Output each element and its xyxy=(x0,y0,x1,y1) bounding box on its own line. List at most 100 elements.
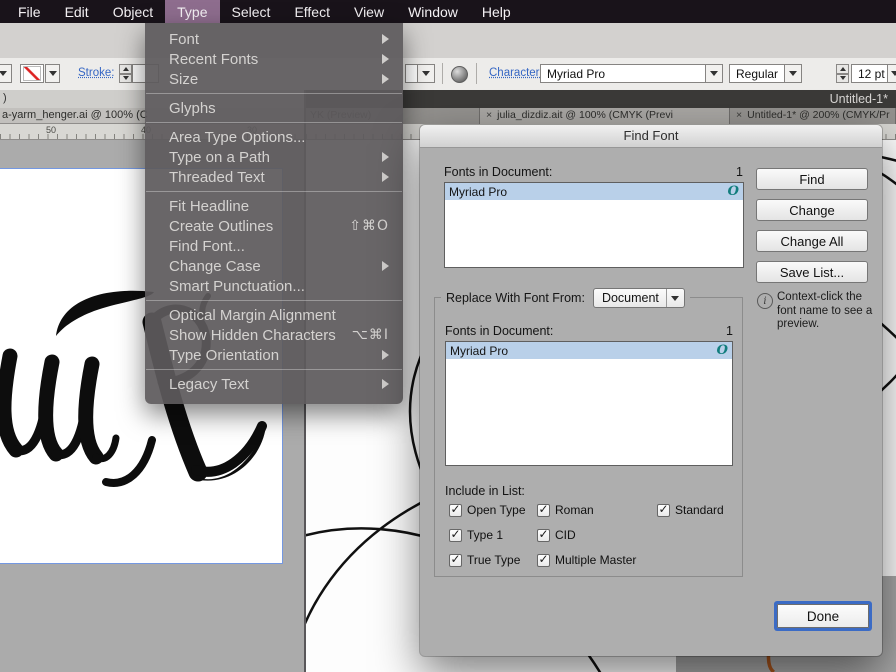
check-icon: ✓ xyxy=(450,526,461,541)
document-tab[interactable]: × julia_dizdiz.ait @ 100% (CMYK (Previ xyxy=(480,108,730,124)
menu-help[interactable]: Help xyxy=(470,0,523,23)
menu-item-font[interactable]: Font xyxy=(145,29,403,49)
replace-source-select[interactable]: Document xyxy=(592,288,685,308)
done-button[interactable]: Done xyxy=(777,604,869,628)
opentype-icon: O xyxy=(727,184,739,199)
menu-effect[interactable]: Effect xyxy=(282,0,342,23)
menu-separator xyxy=(146,93,402,94)
submenu-arrow-icon xyxy=(382,350,389,360)
replace-fonts-count: 1 xyxy=(726,324,733,338)
submenu-arrow-icon xyxy=(382,54,389,64)
font-size-stepper[interactable] xyxy=(836,64,849,83)
globe-icon[interactable] xyxy=(451,66,468,83)
upper-panel xyxy=(0,23,896,59)
menu-item-type-orientation[interactable]: Type Orientation xyxy=(145,345,403,365)
menu-type[interactable]: Type xyxy=(165,0,220,23)
check-icon: ✓ xyxy=(450,501,461,516)
replace-fonts-label: Fonts in Document: xyxy=(445,324,554,338)
menu-separator xyxy=(146,369,402,370)
check-icon: ✓ xyxy=(538,551,549,566)
checkbox-box: ✓ xyxy=(537,551,550,567)
menu-separator xyxy=(146,122,402,123)
dialog-titlebar[interactable]: Find Font xyxy=(420,125,882,148)
menu-select[interactable]: Select xyxy=(220,0,283,23)
character-link[interactable]: Character: xyxy=(489,67,543,79)
stroke-weight-stepper[interactable] xyxy=(119,64,132,83)
menu-item-create-outlines[interactable]: Create Outlines ⇧⌘O xyxy=(145,216,403,236)
font-size-select[interactable]: 12 pt xyxy=(851,64,896,83)
font-style-select[interactable]: Regular xyxy=(729,64,802,83)
menu-view[interactable]: View xyxy=(342,0,396,23)
menu-item-size[interactable]: Size xyxy=(145,69,403,89)
replace-with-label: Replace With Font From: xyxy=(446,291,585,305)
menu-item-show-hidden-characters[interactable]: Show Hidden Characters ⌥⌘I xyxy=(145,325,403,345)
checkbox-standard[interactable]: ✓ Standard xyxy=(657,503,724,517)
replace-group: Replace With Font From: Document Fonts i… xyxy=(434,287,743,577)
checkbox-type-1[interactable]: ✓ Type 1 xyxy=(449,528,503,542)
illustrator-app: Stroke: Character: Myriad Pro Regular 12… xyxy=(0,0,896,672)
panel-dropdown-stub[interactable] xyxy=(405,64,435,83)
submenu-arrow-icon xyxy=(382,379,389,389)
document-tab[interactable]: × Untitled-1* @ 200% (CMYK/Pr xyxy=(730,108,896,124)
menu-item-threaded-text[interactable]: Threaded Text xyxy=(145,167,403,187)
none-color-swatch[interactable] xyxy=(20,64,44,83)
menu-bar: File Edit Object Type Select Effect View… xyxy=(0,0,896,23)
menu-item-legacy-text[interactable]: Legacy Text xyxy=(145,374,403,394)
submenu-arrow-icon xyxy=(382,34,389,44)
checkbox-box: ✓ xyxy=(449,501,462,517)
close-icon[interactable]: × xyxy=(486,109,492,121)
divider xyxy=(476,63,477,84)
replace-fonts-list[interactable]: Myriad Pro O xyxy=(445,341,733,466)
info-text: Context-click the font name to see a pre… xyxy=(777,291,873,330)
info-icon: i xyxy=(757,293,773,309)
menu-item-smart-punctuation[interactable]: Smart Punctuation... xyxy=(145,276,403,296)
save-list-button[interactable]: Save List... xyxy=(756,261,868,283)
control-bar: Stroke: Character: Myriad Pro Regular 12… xyxy=(0,58,896,91)
submenu-arrow-icon xyxy=(382,152,389,162)
include-in-list-label: Include in List: xyxy=(445,484,525,498)
change-button[interactable]: Change xyxy=(756,199,868,221)
checkbox-box: ✓ xyxy=(537,526,550,542)
submenu-arrow-icon xyxy=(382,261,389,271)
checkbox-true-type[interactable]: ✓ True Type xyxy=(449,553,520,567)
menu-edit[interactable]: Edit xyxy=(53,0,101,23)
find-button[interactable]: Find xyxy=(756,168,868,190)
menu-item-fit-headline[interactable]: Fit Headline xyxy=(145,196,403,216)
stroke-link[interactable]: Stroke: xyxy=(78,67,114,79)
checkbox-multiple-master[interactable]: ✓ Multiple Master xyxy=(537,553,636,567)
checkbox-open-type[interactable]: ✓ Open Type xyxy=(449,503,526,517)
menu-separator xyxy=(146,191,402,192)
check-icon: ✓ xyxy=(538,501,549,516)
chevron-down-icon xyxy=(784,65,801,82)
check-icon: ✓ xyxy=(450,551,461,566)
checkbox-box: ✓ xyxy=(537,501,550,517)
checkbox-box: ✓ xyxy=(657,503,670,517)
menu-window[interactable]: Window xyxy=(396,0,470,23)
check-icon: ✓ xyxy=(538,526,549,541)
change-all-button[interactable]: Change All xyxy=(756,230,868,252)
menu-item-type-on-a-path[interactable]: Type on a Path xyxy=(145,147,403,167)
font-family-select[interactable]: Myriad Pro xyxy=(540,64,723,83)
menu-item-optical-margin-alignment[interactable]: Optical Margin Alignment xyxy=(145,305,403,325)
font-list-item[interactable]: Myriad Pro O xyxy=(446,342,732,359)
chevron-down-icon xyxy=(665,289,684,307)
font-list-item[interactable]: Myriad Pro O xyxy=(445,183,743,200)
divider xyxy=(442,63,443,84)
document-fonts-list[interactable]: Myriad Pro O xyxy=(444,182,744,268)
menu-object[interactable]: Object xyxy=(101,0,165,23)
menu-file[interactable]: File xyxy=(6,0,53,23)
menu-item-recent-fonts[interactable]: Recent Fonts xyxy=(145,49,403,69)
submenu-arrow-icon xyxy=(382,172,389,182)
menu-item-area-type-options[interactable]: Area Type Options... xyxy=(145,127,403,147)
checkbox-cid[interactable]: ✓ CID xyxy=(537,528,576,542)
menu-separator xyxy=(146,300,402,301)
close-icon[interactable]: × xyxy=(736,109,742,121)
menu-item-find-font[interactable]: Find Font... xyxy=(145,236,403,256)
swatch-arrow[interactable] xyxy=(45,64,60,83)
chevron-down-icon xyxy=(705,65,722,82)
menu-item-glyphs[interactable]: Glyphs xyxy=(145,98,403,118)
fonts-count: 1 xyxy=(736,165,743,179)
checkbox-roman[interactable]: ✓ Roman xyxy=(537,503,594,517)
menu-item-change-case[interactable]: Change Case xyxy=(145,256,403,276)
swatch-dropdown-stub[interactable] xyxy=(0,64,12,83)
